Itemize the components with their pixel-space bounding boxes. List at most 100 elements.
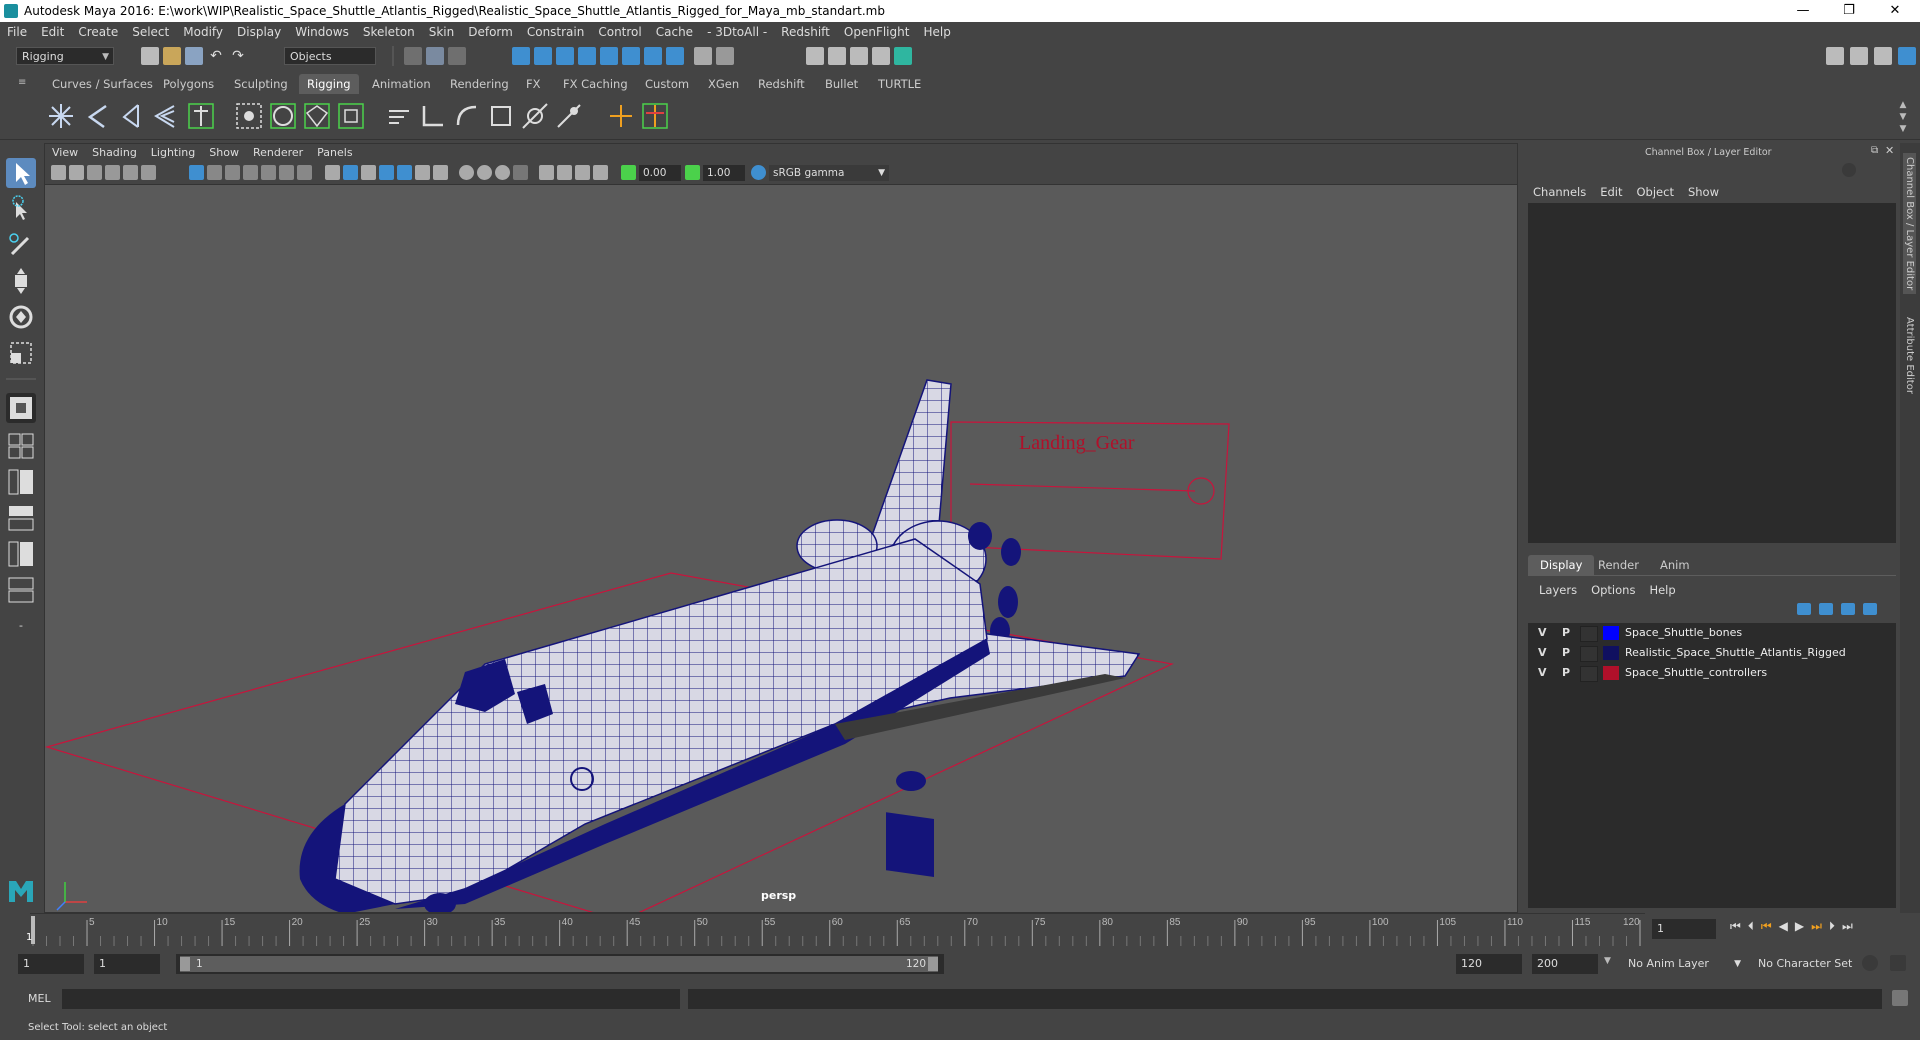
grid-toggle-icon[interactable] [189,165,204,180]
hik-icon[interactable] [640,101,670,131]
tool-settings-toggle-icon[interactable] [1874,47,1892,65]
snap-point-icon[interactable] [556,47,574,65]
motion-blur-icon[interactable] [477,165,492,180]
auto-key-icon[interactable] [1862,955,1878,971]
menu-openflight[interactable]: OpenFlight [837,22,917,43]
new-scene-icon[interactable] [141,47,159,65]
close-panel-icon[interactable]: ✕ [1885,144,1897,157]
gamma-icon[interactable] [685,165,700,180]
layer-name[interactable]: Realistic_Space_Shuttle_Atlantis_Rigged [1625,646,1846,659]
viewport-menu-show[interactable]: Show [202,144,246,162]
close-button[interactable]: ✕ [1872,0,1918,22]
channels-menu[interactable]: Channels [1526,182,1593,202]
select-object-icon[interactable] [426,47,444,65]
modeling-toolkit-icon[interactable] [1826,47,1844,65]
view-transform-dropdown[interactable]: sRGB gamma ▼ [769,165,889,181]
pole-vector-icon[interactable] [554,101,584,131]
shelf-scroll-icon[interactable]: ▲ ▼ ▼ [1896,99,1910,135]
command-input[interactable] [62,989,680,1009]
anim-layer-arrow-icon[interactable]: ▼ [1604,956,1611,966]
save-scene-icon[interactable] [185,47,203,65]
shelf-tab-rigging[interactable]: Rigging [299,74,359,94]
snap-center-icon[interactable] [644,47,662,65]
layer-color-swatch[interactable] [1603,646,1619,660]
shelf-tab-curves-surfaces[interactable]: Curves / Surfaces [44,74,161,94]
layer-name[interactable]: Space_Shuttle_controllers [1625,666,1767,679]
use-lights-icon[interactable] [415,165,430,180]
scale-constraint-icon[interactable] [486,101,516,131]
layer-color-swatch[interactable] [1603,666,1619,680]
shelf-tab-turtle[interactable]: TURTLE [870,74,929,94]
playback-end-field[interactable]: 120 [1456,954,1522,974]
grease-pencil-icon[interactable] [141,165,156,180]
play-backwards-icon[interactable]: ◀ [1779,919,1795,933]
range-bar-left-grip[interactable] [180,957,190,971]
xray-joints-icon[interactable] [575,165,590,180]
animation-end-field[interactable]: 200 [1532,954,1598,974]
command-language-label[interactable]: MEL [28,992,51,1005]
layer-display-type-toggle[interactable] [1580,666,1598,682]
render-frame-icon[interactable] [806,47,824,65]
move-layer-down-icon[interactable] [1819,603,1833,615]
float-panel-icon[interactable]: ⧉ [1871,145,1883,157]
layer-tab-display[interactable]: Display [1528,555,1595,575]
exposure-icon[interactable] [621,165,636,180]
camera-attributes-icon[interactable] [69,165,84,180]
viewport-menu-renderer[interactable]: Renderer [246,144,310,162]
shelf-tab-rendering[interactable]: Rendering [442,74,517,94]
snap-live-icon[interactable] [622,47,640,65]
single-perspective-layout-icon[interactable] [6,393,36,423]
gamma-field[interactable]: 1.00 [703,165,745,181]
cluster-icon[interactable] [336,101,366,131]
resolution-gate-icon[interactable] [225,165,240,180]
channel-list[interactable] [1528,203,1896,543]
layer-row[interactable]: V P Realistic_Space_Shuttle_Atlantis_Rig… [1528,643,1896,663]
move-tool-icon[interactable] [6,266,36,296]
step-forward-key-icon[interactable]: ⏭ [1811,919,1829,933]
shelf-tab-custom[interactable]: Custom [637,74,697,94]
screen-space-ao-icon[interactable] [459,165,474,180]
side-tab-channel-box[interactable]: Channel Box / Layer Editor [1903,153,1916,295]
parent-constraint-icon[interactable] [384,101,414,131]
create-empty-layer-icon[interactable] [1841,603,1855,615]
shelf-tab-bullet[interactable]: Bullet [817,74,866,94]
wireframe-icon[interactable] [325,165,340,180]
shelf-tab-animation[interactable]: Animation [364,74,439,94]
attribute-editor-toggle-icon[interactable] [1850,47,1868,65]
aim-constraint-icon[interactable] [520,101,550,131]
options-menu[interactable]: Options [1584,581,1642,599]
menu-edit[interactable]: Edit [34,22,71,43]
layer-playback-toggle[interactable]: P [1562,646,1570,659]
joint-tool-icon[interactable] [46,101,76,131]
viewport-menu-panels[interactable]: Panels [310,144,359,162]
snap-grid-icon[interactable] [512,47,530,65]
shelf-tab-sculpting[interactable]: Sculpting [226,74,296,94]
undo-icon[interactable]: ↶ [207,47,225,65]
layer-name[interactable]: Space_Shuttle_bones [1625,626,1742,639]
side-tab-attribute-editor[interactable]: Attribute Editor [1903,313,1916,398]
render-view-icon[interactable] [894,47,912,65]
2d-pan-zoom-icon[interactable] [123,165,138,180]
layer-display-type-toggle[interactable] [1580,626,1598,642]
menu-display[interactable]: Display [230,22,288,43]
select-component-icon[interactable] [448,47,466,65]
current-frame-field[interactable]: 1 [1652,919,1716,939]
persp-render-layout-icon[interactable] [6,575,36,605]
persp-outliner-vertical-layout-icon[interactable] [6,539,36,569]
bookmark-icon[interactable] [87,165,102,180]
point-constraint-icon[interactable] [418,101,448,131]
viewport-menu-lighting[interactable]: Lighting [144,144,202,162]
menu-set-dropdown[interactable]: Rigging ▼ [16,47,114,65]
layout-menu-icon[interactable]: - [6,611,36,641]
object-menu[interactable]: Object [1630,182,1681,202]
move-layer-up-icon[interactable] [1797,603,1811,615]
animation-start-field[interactable]: 1 [18,954,84,974]
character-set-dropdown[interactable]: No Character Set [1754,954,1874,974]
channel-box-toggle-icon[interactable] [1898,47,1916,65]
playback-start-field[interactable]: 1 [94,954,160,974]
menu-deform[interactable]: Deform [461,22,520,43]
menu-create[interactable]: Create [71,22,125,43]
rotate-tool-icon[interactable] [6,302,36,332]
range-bar-handle[interactable] [180,956,938,972]
snap-help-icon[interactable] [666,47,684,65]
